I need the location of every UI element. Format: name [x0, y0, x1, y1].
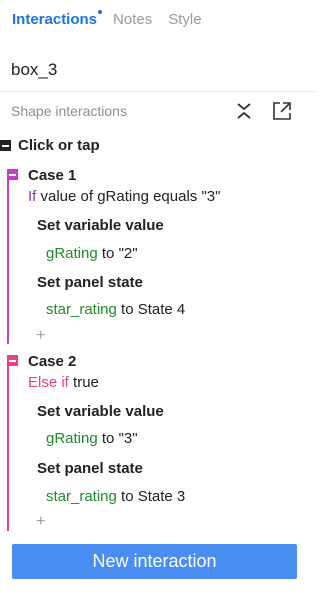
event-click-or-tap[interactable]: Click or tap	[0, 137, 100, 154]
action-detail[interactable]: star_rating to State 3	[46, 488, 185, 505]
section-title: Shape interactions	[11, 103, 127, 119]
variable-name: gRating	[46, 245, 98, 262]
event-label: Click or tap	[18, 137, 100, 154]
collapse-event-icon[interactable]	[0, 140, 11, 151]
connector: to	[97, 245, 119, 262]
widget-name[interactable]: box_3	[11, 60, 57, 80]
case-2-collapse-icon[interactable]	[7, 355, 18, 366]
add-action-button[interactable]: +	[36, 513, 45, 531]
action-detail[interactable]: star_rating to State 4	[46, 301, 185, 318]
tab-interactions-label: Interactions	[12, 11, 98, 28]
external-link-icon	[273, 102, 291, 120]
value: "2"	[118, 245, 138, 262]
action-set-variable-value[interactable]: Set variable value	[37, 403, 164, 420]
action-detail[interactable]: gRating to "3"	[46, 430, 138, 447]
condition-text: value of gRating equals "3"	[36, 188, 221, 205]
tab-style-label: Style	[168, 11, 202, 28]
tab-interactions[interactable]: Interactions	[12, 10, 103, 28]
connector: to	[116, 301, 138, 318]
tab-bar: Interactions Notes Style	[12, 10, 202, 28]
connector: to	[97, 430, 119, 447]
action-detail[interactable]: gRating to "2"	[46, 245, 138, 262]
case-2-title[interactable]: Case 2	[28, 353, 76, 370]
condition-keyword: Else if	[28, 374, 69, 391]
case-2-line	[7, 355, 9, 531]
popout-button[interactable]	[271, 100, 293, 122]
value: "3"	[118, 430, 138, 447]
value: State 4	[137, 301, 186, 318]
value: State 3	[137, 488, 186, 505]
action-set-panel-state[interactable]: Set panel state	[37, 274, 143, 291]
collapse-icon	[237, 103, 251, 119]
divider	[0, 91, 315, 92]
tab-style[interactable]: Style	[168, 11, 201, 28]
connector: to	[116, 488, 138, 505]
panel-name: star_rating	[46, 488, 117, 505]
action-set-panel-state[interactable]: Set panel state	[37, 460, 143, 477]
notification-dot-icon	[98, 10, 103, 14]
case-1-title[interactable]: Case 1	[28, 167, 76, 184]
case-1-collapse-icon[interactable]	[7, 169, 18, 180]
collapse-all-button[interactable]	[233, 100, 255, 122]
action-set-variable-value[interactable]: Set variable value	[37, 217, 164, 234]
condition-text: true	[68, 374, 99, 391]
tab-notes[interactable]: Notes	[113, 11, 152, 28]
tab-notes-label: Notes	[113, 11, 153, 28]
add-action-button[interactable]: +	[36, 327, 45, 345]
case-1-line	[7, 169, 9, 344]
case-1-condition[interactable]: If value of gRating equals "3"	[28, 188, 220, 205]
panel-name: star_rating	[46, 301, 117, 318]
variable-name: gRating	[46, 430, 98, 447]
new-interaction-button[interactable]: New interaction	[12, 544, 297, 579]
case-2-condition[interactable]: Else if true	[28, 374, 99, 391]
